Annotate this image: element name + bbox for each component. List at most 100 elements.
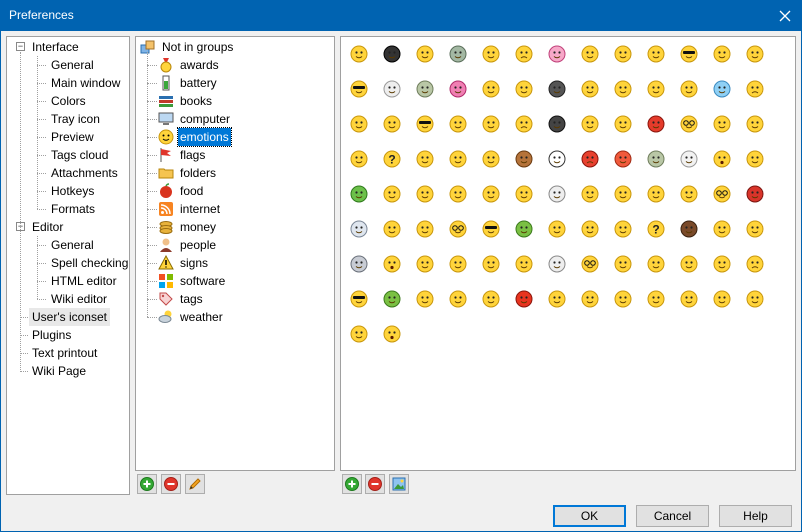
clown-emoji-icon[interactable] [680, 80, 698, 98]
smile-emoji-icon[interactable] [548, 290, 566, 308]
settings-tree-item[interactable]: User's iconset [29, 308, 110, 326]
wink-mark-emoji-icon[interactable] [581, 80, 599, 98]
smile-emoji-icon[interactable] [482, 185, 500, 203]
ninja-emoji-icon[interactable] [680, 45, 698, 63]
icon-group-tree[interactable]: Not in groups awards battery books computer e… [135, 36, 335, 471]
close-button[interactable] [768, 0, 802, 31]
edit-group-button[interactable] [185, 474, 205, 494]
smile-emoji-icon[interactable] [680, 255, 698, 273]
waving-emoji-icon[interactable] [746, 115, 764, 133]
glasses-emoji-icon[interactable] [449, 220, 467, 238]
viking-emoji-icon[interactable] [647, 290, 665, 308]
pink-face-emoji-icon[interactable] [548, 45, 566, 63]
smile-emoji-icon[interactable] [581, 220, 599, 238]
question-emoji-icon[interactable]: ? [647, 220, 665, 238]
group-item-emotions[interactable]: emotions [158, 127, 232, 147]
group-item-tags[interactable]: tags [158, 290, 205, 308]
laugh-emoji-icon[interactable] [581, 45, 599, 63]
settings-tree-item[interactable]: Plugins [29, 326, 74, 344]
settings-tree-item[interactable]: General [48, 56, 97, 74]
smile-emoji-icon[interactable] [647, 45, 665, 63]
cold-emoji-icon[interactable] [713, 80, 731, 98]
settings-tree-item[interactable]: General [48, 236, 97, 254]
mummy-emoji-icon[interactable] [416, 220, 434, 238]
wink-emoji-icon[interactable] [350, 325, 368, 343]
settings-tree-item[interactable]: Wiki Page [29, 362, 89, 380]
grin-emoji-icon[interactable] [383, 185, 401, 203]
smile-emoji-icon[interactable] [614, 185, 632, 203]
nurse-emoji-icon[interactable] [680, 185, 698, 203]
skull-emoji-icon[interactable] [548, 185, 566, 203]
monkey-emoji-icon[interactable] [515, 150, 533, 168]
alien-emoji-icon[interactable] [449, 45, 467, 63]
angry-emoji-icon[interactable] [746, 80, 764, 98]
tomato-emoji-icon[interactable] [515, 290, 533, 308]
remove-group-button[interactable] [161, 474, 181, 494]
panda-emoji-icon[interactable] [548, 150, 566, 168]
remove-icon-button[interactable] [365, 474, 385, 494]
group-item-people[interactable]: people [158, 236, 218, 254]
hacker-emoji-icon[interactable] [548, 115, 566, 133]
surprised-emoji-icon[interactable] [713, 150, 731, 168]
settings-tree[interactable]: − Interface General Main window Colors Tray i… [6, 36, 130, 495]
settings-tree-item[interactable]: Preview [48, 128, 97, 146]
laugh-emoji-icon[interactable] [449, 150, 467, 168]
tongue-emoji-icon[interactable] [416, 255, 434, 273]
happy-emoji-icon[interactable] [482, 45, 500, 63]
grandpa-emoji-icon[interactable] [647, 185, 665, 203]
kiss-emoji-icon[interactable] [713, 290, 731, 308]
cage-emoji-icon[interactable] [383, 115, 401, 133]
settings-tree-item[interactable]: Text printout [29, 344, 100, 362]
green-alien-emoji-icon[interactable] [350, 185, 368, 203]
egypt-emoji-icon[interactable] [647, 255, 665, 273]
dark-emoji-icon[interactable] [680, 220, 698, 238]
settings-tree-item[interactable]: Spell checking [48, 254, 129, 272]
green-emoji-icon[interactable] [515, 220, 533, 238]
question-emoji-icon[interactable]: ? [383, 150, 401, 168]
group-item-internet[interactable]: internet [158, 200, 222, 218]
mario-emoji-icon[interactable] [746, 185, 764, 203]
glasses-emoji-icon[interactable] [581, 255, 599, 273]
smile-emoji-icon[interactable] [746, 45, 764, 63]
cry-emoji-icon[interactable] [515, 115, 533, 133]
add-group-button[interactable] [137, 474, 157, 494]
cancel-button[interactable]: Cancel [636, 505, 709, 527]
smile-emoji-icon[interactable] [515, 185, 533, 203]
group-item-books[interactable]: books [158, 92, 214, 110]
bandit-emoji-icon[interactable] [350, 290, 368, 308]
grin-emoji-icon[interactable] [416, 150, 434, 168]
sick-emoji-icon[interactable] [515, 255, 533, 273]
rage-emoji-icon[interactable] [581, 150, 599, 168]
smile-emoji-icon[interactable] [713, 220, 731, 238]
zombie-emoji-icon[interactable] [647, 150, 665, 168]
blush-emoji-icon[interactable] [350, 45, 368, 63]
laugh-emoji-icon[interactable] [383, 220, 401, 238]
redface-emoji-icon[interactable] [614, 150, 632, 168]
hat-emoji-icon[interactable] [548, 80, 566, 98]
group-item-software[interactable]: software [158, 272, 227, 290]
kiss-heart-emoji-icon[interactable] [647, 80, 665, 98]
smile-emoji-icon[interactable] [581, 290, 599, 308]
kiss-emoji-icon[interactable] [482, 80, 500, 98]
smile-emoji-icon[interactable] [416, 290, 434, 308]
group-item-signs[interactable]: signs [158, 254, 210, 272]
wink-emoji-icon[interactable] [482, 115, 500, 133]
ninja-emoji-icon[interactable] [482, 220, 500, 238]
group-item-computer[interactable]: computer [158, 110, 232, 128]
shocked-emoji-icon[interactable] [383, 325, 401, 343]
sunglasses-emoji-icon[interactable] [350, 80, 368, 98]
eyepatch-emoji-icon[interactable] [482, 290, 500, 308]
smile-emoji-icon[interactable] [746, 290, 764, 308]
settings-tree-item[interactable]: Interface [29, 38, 82, 56]
group-item-awards[interactable]: awards [158, 56, 221, 74]
settings-tree-item[interactable]: Colors [48, 92, 89, 110]
blush-emoji-icon[interactable] [614, 290, 632, 308]
settings-tree-item[interactable]: Hotkeys [48, 182, 97, 200]
group-item-food[interactable]: food [158, 182, 205, 200]
smile-emoji-icon[interactable] [449, 290, 467, 308]
zombie-emoji-icon[interactable] [416, 80, 434, 98]
thinking-emoji-icon[interactable] [350, 150, 368, 168]
settings-tree-item[interactable]: Attachments [48, 164, 121, 182]
salute-emoji-icon[interactable] [449, 185, 467, 203]
group-item-weather[interactable]: weather [158, 308, 225, 326]
